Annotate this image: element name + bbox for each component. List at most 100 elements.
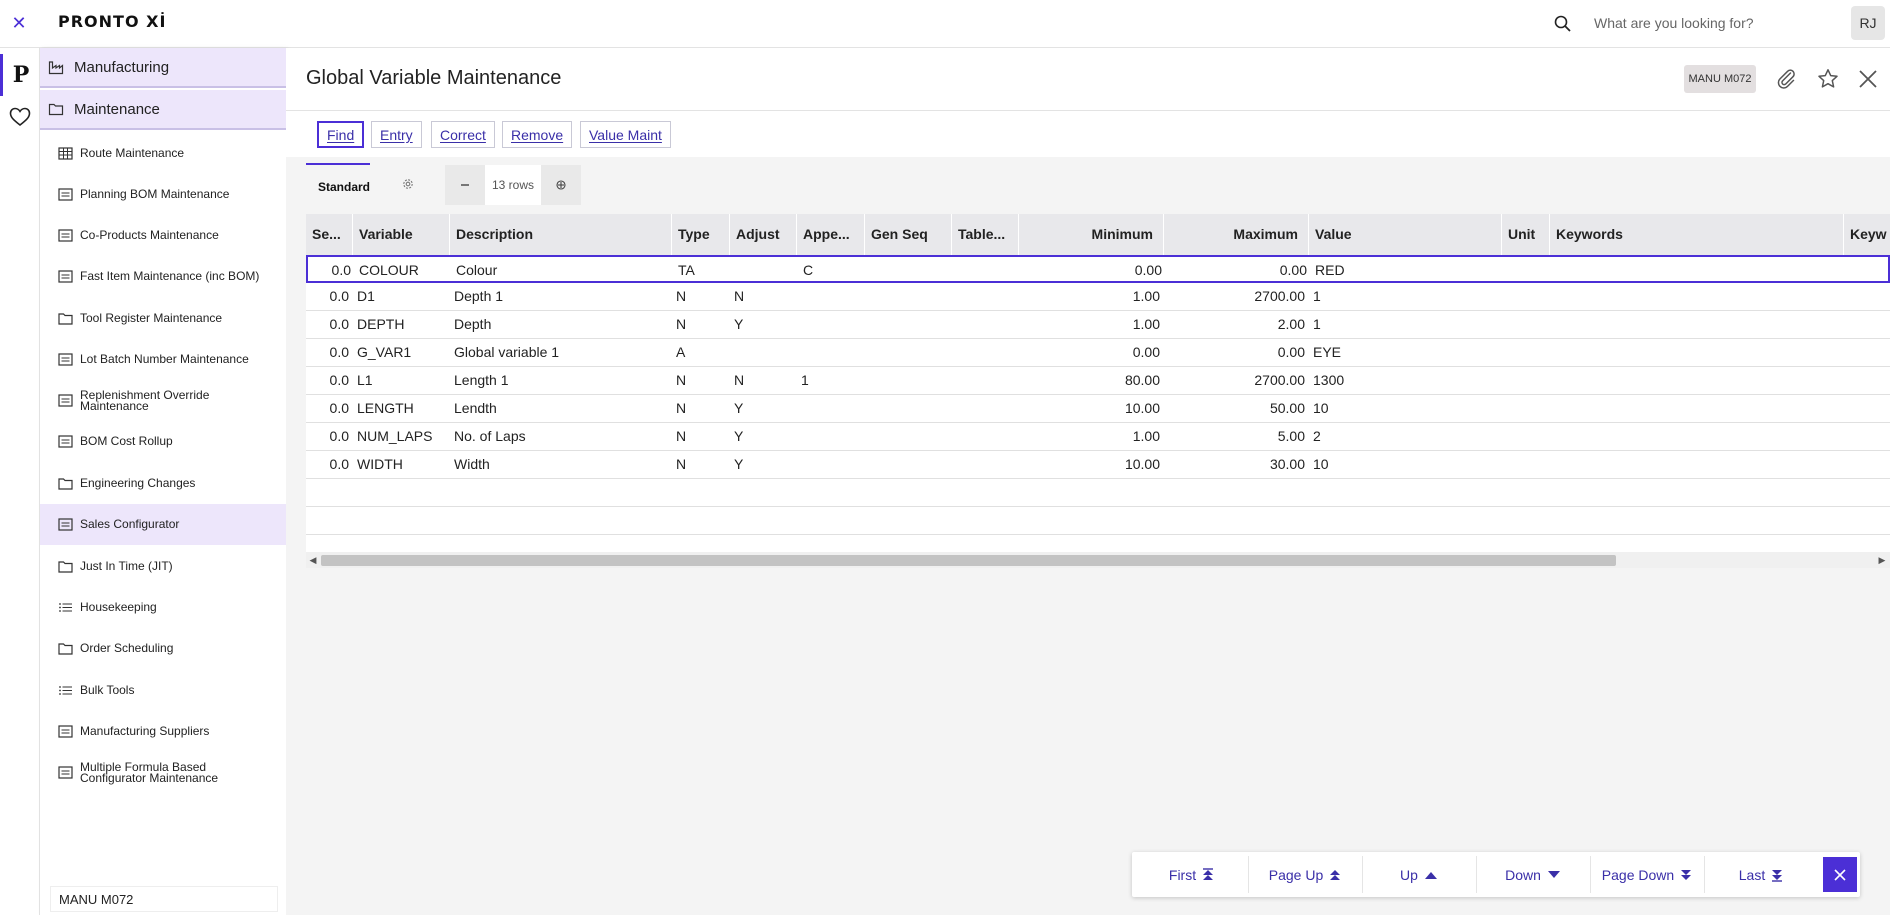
- scroll-right-icon[interactable]: ▶: [1876, 553, 1888, 567]
- cell-adjust: [732, 257, 799, 285]
- sidebar-item-tool-register-maintenance[interactable]: Tool Register Maintenance: [40, 298, 286, 339]
- cell-type: N: [676, 456, 687, 472]
- cell-variable: G_VAR1: [357, 344, 412, 360]
- down-label: Down: [1505, 866, 1541, 883]
- gear-icon[interactable]: [401, 177, 415, 191]
- double-arrow-down-icon: [1681, 869, 1692, 880]
- close-menu-icon[interactable]: ✕: [8, 12, 30, 34]
- cell-description: [450, 479, 672, 507]
- cell-appe: [797, 339, 865, 367]
- column-header-seq[interactable]: Se...: [306, 214, 353, 255]
- sidebar-item-label: Manufacturing Suppliers: [80, 724, 210, 738]
- sidebar-item-manufacturing-suppliers[interactable]: Manufacturing Suppliers: [40, 711, 286, 752]
- pager-close-button[interactable]: [1823, 857, 1857, 892]
- cell-unit: [1502, 395, 1550, 423]
- cell-unit: [1502, 367, 1550, 395]
- sidebar-item-replenishment-override-maintenance[interactable]: Replenishment Override Maintenance: [40, 380, 286, 421]
- table-row[interactable]: [306, 479, 1890, 507]
- search-icon[interactable]: [1553, 14, 1573, 34]
- column-header-description[interactable]: Description: [450, 214, 672, 255]
- table-row[interactable]: 0.0 G_VAR1 Global variable 1 A 0.00 0.00 EYE: [306, 339, 1890, 367]
- sidebar-item-multiple-formula-configurator[interactable]: Multiple Formula Based Configurator Main…: [40, 752, 286, 793]
- cell-appe: [797, 395, 865, 423]
- page-up-button[interactable]: Page Up: [1250, 856, 1360, 893]
- sidebar-header-manufacturing[interactable]: Manufacturing: [40, 48, 286, 88]
- cell-seq: 0.0: [331, 262, 351, 278]
- cell-description: Depth 1: [454, 288, 504, 304]
- find-button[interactable]: Find: [317, 121, 365, 148]
- sidebar-header-maintenance[interactable]: Maintenance: [40, 90, 286, 130]
- sidebar-item-just-in-time[interactable]: Just In Time (JIT): [40, 546, 286, 587]
- cell-unit: [1502, 479, 1550, 507]
- column-header-appe[interactable]: Appe...: [797, 214, 865, 255]
- sidebar-item-co-products-maintenance[interactable]: Co-Products Maintenance: [40, 215, 286, 256]
- tab-standard[interactable]: Standard: [306, 163, 370, 203]
- paperclip-icon[interactable]: [1774, 67, 1798, 91]
- avatar[interactable]: RJ: [1851, 6, 1885, 40]
- zoom-in-button[interactable]: [541, 165, 581, 205]
- sidebar-item-housekeeping[interactable]: Housekeeping: [40, 587, 286, 628]
- table-row[interactable]: 0.0 DEPTH Depth N Y 1.00 2.00 1: [306, 311, 1890, 339]
- column-header-type[interactable]: Type: [672, 214, 730, 255]
- table-row[interactable]: 0.0 D1 Depth 1 N N 1.00 2700.00 1: [306, 283, 1890, 311]
- up-button[interactable]: Up: [1364, 856, 1474, 893]
- sidebar-item-planning-bom-maintenance[interactable]: Planning BOM Maintenance: [40, 174, 286, 215]
- folder-icon: [58, 561, 73, 573]
- close-icon[interactable]: [1856, 67, 1880, 91]
- folder-icon: [58, 478, 73, 490]
- form-icon: [58, 518, 73, 531]
- table-row[interactable]: 0.0 L1 Length 1 N N 1 80.00 2700.00 1300: [306, 367, 1890, 395]
- column-header-adjust[interactable]: Adjust: [730, 214, 797, 255]
- scroll-left-icon[interactable]: ◀: [307, 553, 319, 567]
- sidebar-item-route-maintenance[interactable]: Route Maintenance: [40, 133, 286, 174]
- column-header-maximum[interactable]: Maximum: [1164, 214, 1309, 255]
- column-header-minimum[interactable]: Minimum: [1019, 214, 1164, 255]
- cell-value: 1: [1313, 316, 1321, 332]
- cell-minimum: 10.00: [1124, 400, 1160, 416]
- first-page-button[interactable]: First: [1138, 856, 1245, 893]
- entry-button[interactable]: Entry: [371, 121, 422, 148]
- table-row[interactable]: 0.0 COLOUR Colour TA C 0.00 0.00 RED: [306, 255, 1890, 283]
- column-header-variable[interactable]: Variable: [353, 214, 450, 255]
- column-header-value[interactable]: Value: [1309, 214, 1502, 255]
- column-header-unit[interactable]: Unit: [1502, 214, 1550, 255]
- search-input[interactable]: [1594, 8, 1834, 38]
- sidebar-item-bom-cost-rollup[interactable]: BOM Cost Rollup: [40, 421, 286, 462]
- scrollbar-thumb[interactable]: [321, 555, 1616, 566]
- down-button[interactable]: Down: [1478, 856, 1588, 893]
- column-header-table[interactable]: Table...: [952, 214, 1019, 255]
- rail-pronto-menu[interactable]: P: [0, 54, 39, 96]
- column-header-keywords[interactable]: Keywords: [1550, 214, 1844, 255]
- cell-minimum: 10.00: [1124, 456, 1160, 472]
- table-row[interactable]: 0.0 LENGTH Lendth N Y 10.00 50.00 10: [306, 395, 1890, 423]
- value-maint-button[interactable]: Value Maint: [580, 121, 671, 148]
- rail-favourites[interactable]: [0, 96, 39, 138]
- page-down-button[interactable]: Page Down: [1592, 856, 1702, 893]
- zoom-out-button[interactable]: [445, 165, 485, 205]
- sidebar-item-order-scheduling[interactable]: Order Scheduling: [40, 628, 286, 669]
- remove-button[interactable]: Remove: [502, 121, 573, 148]
- sidebar-item-label: Engineering Changes: [80, 476, 196, 490]
- last-page-button[interactable]: Last: [1706, 856, 1816, 893]
- sidebar-item-fast-item-maintenance[interactable]: Fast Item Maintenance (inc BOM): [40, 256, 286, 297]
- cell-type: N: [676, 372, 687, 388]
- sidebar-item-bulk-tools[interactable]: Bulk Tools: [40, 670, 286, 711]
- table-row[interactable]: [306, 507, 1890, 535]
- horizontal-scrollbar[interactable]: ◀ ▶: [306, 552, 1890, 568]
- cell-adjust: Y: [734, 316, 744, 332]
- table-row[interactable]: 0.0 NUM_LAPS No. of Laps N Y 1.00 5.00 2: [306, 423, 1890, 451]
- cell-value: 2: [1313, 428, 1321, 444]
- column-header-keywords-2[interactable]: Keyw: [1844, 214, 1890, 255]
- cell-variable: L1: [357, 372, 373, 388]
- cell-description: No. of Laps: [454, 428, 526, 444]
- column-header-gen-seq[interactable]: Gen Seq: [865, 214, 952, 255]
- sidebar-item-engineering-changes[interactable]: Engineering Changes: [40, 463, 286, 504]
- table-row[interactable]: 0.0 WIDTH Width N Y 10.00 30.00 10: [306, 451, 1890, 479]
- cell-keywords: [1550, 339, 1844, 367]
- sidebar-item-lot-batch-number-maintenance[interactable]: Lot Batch Number Maintenance: [40, 339, 286, 380]
- sidebar-item-sales-configurator[interactable]: Sales Configurator: [40, 504, 286, 545]
- cell-type: N: [676, 428, 687, 444]
- correct-button[interactable]: Correct: [431, 121, 495, 148]
- cell-maximum: 50.00: [1269, 400, 1305, 416]
- star-icon[interactable]: [1816, 67, 1840, 91]
